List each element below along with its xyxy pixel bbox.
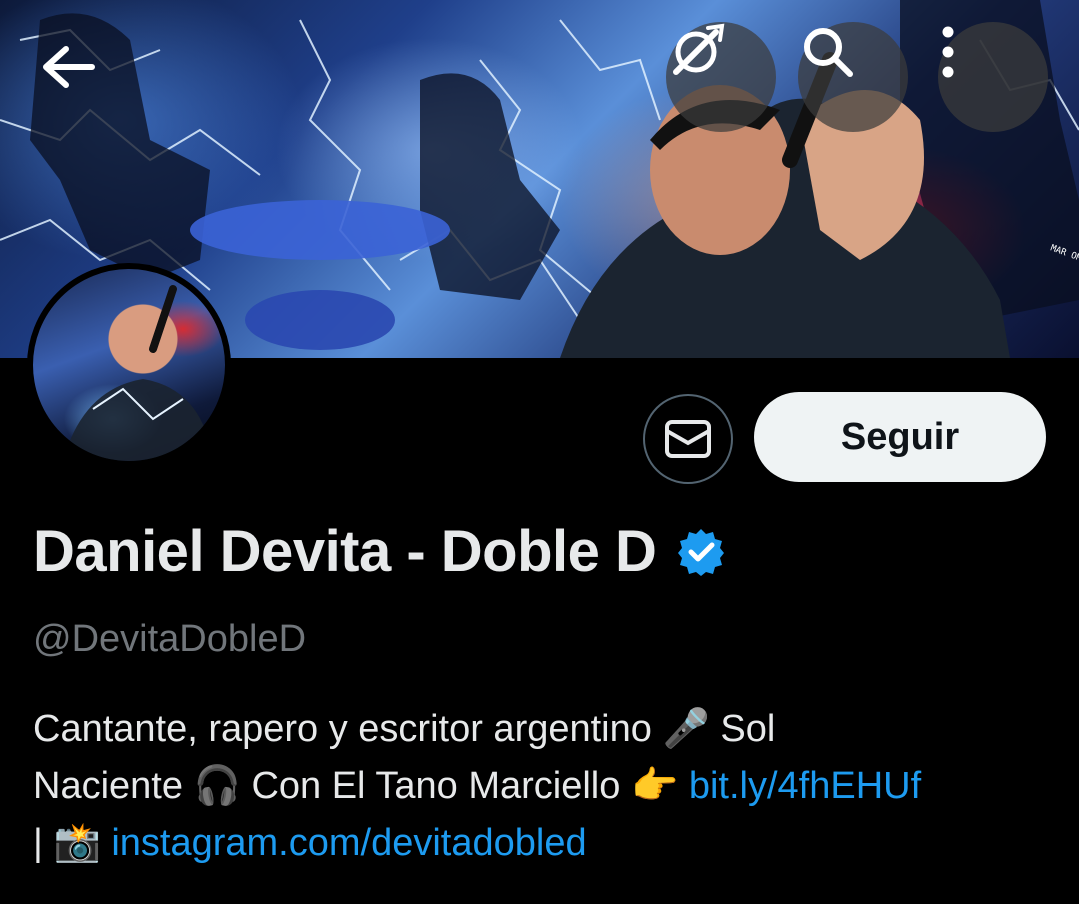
grok-icon [673,23,725,75]
profile-bio: Cantante, rapero y escritor argentino 🎤 … [33,700,1063,871]
bio-line-1: Cantante, rapero y escritor argentino 🎤 … [33,700,1063,757]
bio-text: Con El Tano Marciello [251,765,621,807]
camera-flash-icon: 📸 [53,820,101,864]
more-vertical-icon [942,26,954,78]
avatar-artwork [63,285,213,461]
bio-text: Cantante, rapero y escritor argentino [33,708,652,750]
profile-handle: @DevitaDobleD [33,618,307,660]
back-button[interactable] [40,45,120,109]
bio-separator: | [33,822,43,864]
bio-line-3: | 📸 instagram.com/devitadobled [33,814,1063,871]
bio-text: Naciente [33,765,183,807]
bio-line-2: Naciente 🎧 Con El Tano Marciello 👉 bit.l… [33,757,1063,814]
search-button[interactable] [798,22,908,132]
headphones-icon: 🎧 [193,763,241,807]
search-icon [804,28,853,77]
profile-name-row: Daniel Devita - Doble D [33,518,726,585]
grok-button[interactable] [666,22,776,132]
more-options-button[interactable] [938,22,1048,132]
bio-text: Sol [720,708,776,750]
bio-link-instagram[interactable]: instagram.com/devitadobled [111,822,586,864]
display-name: Daniel Devita - Doble D [33,519,657,584]
follow-button[interactable]: Seguir [754,392,1046,482]
envelope-icon [665,420,711,458]
message-button[interactable] [643,394,733,484]
bio-link-bitly[interactable]: bit.ly/4fhEHUf [689,765,921,807]
arrow-left-icon [43,46,95,88]
microphone-icon: 🎤 [662,706,710,750]
verified-badge-icon[interactable] [676,527,726,577]
pointing-right-icon: 👉 [630,763,679,807]
profile-avatar[interactable] [27,263,231,467]
